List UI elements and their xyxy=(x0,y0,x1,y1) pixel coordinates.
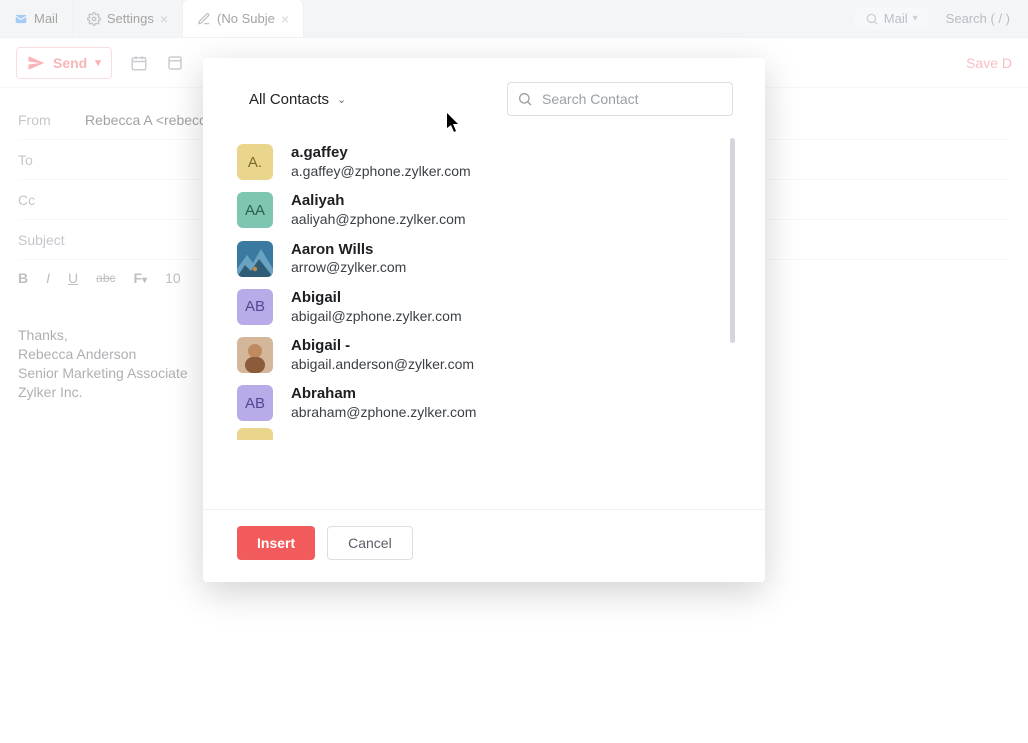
global-search[interactable]: Search ( / ) xyxy=(946,11,1010,26)
subject-label: Subject xyxy=(18,232,65,248)
send-label: Send xyxy=(53,55,87,71)
save-draft-button[interactable]: Save D xyxy=(966,55,1012,71)
contact-list[interactable]: A. a.gaffeya.gaffey@zphone.zylker.com AA Aa… xyxy=(203,138,765,509)
font-size-button[interactable]: 10 xyxy=(165,270,181,286)
contact-email: arrow@zylker.com xyxy=(291,259,406,277)
template-icon[interactable] xyxy=(166,54,184,72)
contact-email: aaliyah@zphone.zylker.com xyxy=(291,211,466,229)
contact-row[interactable]: AA Aaliyahaaliyah@zphone.zylker.com xyxy=(203,186,755,234)
cancel-button[interactable]: Cancel xyxy=(327,526,413,560)
close-icon[interactable]: × xyxy=(160,11,168,27)
cursor-icon xyxy=(447,113,461,133)
avatar-initials: AB xyxy=(237,289,273,325)
underline-button[interactable]: U xyxy=(68,270,78,286)
cc-label: Cc xyxy=(18,192,73,208)
chevron-down-icon: ▾ xyxy=(913,13,918,24)
contact-name: Abigail xyxy=(291,289,462,308)
avatar-initials: AA xyxy=(237,192,273,228)
close-icon[interactable]: × xyxy=(281,11,289,27)
window-tabbar: Mail Settings × (No Subje × Mail ▾ Searc… xyxy=(0,0,1028,38)
contact-email: abraham@zphone.zylker.com xyxy=(291,404,476,422)
search-icon xyxy=(517,91,533,107)
chevron-down-icon[interactable]: ▾ xyxy=(95,56,101,69)
mail-dropdown-label: Mail xyxy=(884,11,908,26)
italic-button[interactable]: I xyxy=(46,270,50,286)
search-icon xyxy=(865,12,879,26)
mail-icon xyxy=(14,12,28,26)
tab-label: Mail xyxy=(34,11,58,26)
scrollbar[interactable] xyxy=(730,138,735,343)
contact-row[interactable]: AB Abrahamabraham@zphone.zylker.com xyxy=(203,379,755,427)
contact-name: Abraham xyxy=(291,385,476,404)
search-label: Search xyxy=(946,11,987,26)
search-shortcut: ( / ) xyxy=(991,11,1011,26)
avatar-initials: AB xyxy=(237,385,273,421)
contact-picker-dialog: All Contacts ⌄ A. a.gaffeya.gaffey@zphone… xyxy=(203,58,765,582)
contact-row[interactable]: A. a.gaffeya.gaffey@zphone.zylker.com xyxy=(203,138,755,186)
mail-dropdown[interactable]: Mail ▾ xyxy=(855,8,928,29)
contact-row[interactable]: AB Abigailabigail@zphone.zylker.com xyxy=(203,283,755,331)
edit-icon xyxy=(197,12,211,26)
gear-icon xyxy=(87,12,101,26)
contact-search-input[interactable] xyxy=(507,82,733,116)
bold-button[interactable]: B xyxy=(18,270,28,286)
contacts-filter-label: All Contacts xyxy=(249,91,329,108)
avatar-photo xyxy=(237,337,273,373)
from-label: From xyxy=(18,112,73,128)
avatar-photo xyxy=(237,241,273,277)
contact-row[interactable] xyxy=(203,428,755,440)
calendar-icon[interactable] xyxy=(130,54,148,72)
insert-button[interactable]: Insert xyxy=(237,526,315,560)
font-button[interactable]: F▾ xyxy=(134,270,148,286)
tab-label: (No Subje xyxy=(217,11,275,26)
to-label: To xyxy=(18,152,73,168)
contact-email: abigail.anderson@zylker.com xyxy=(291,356,474,374)
contact-search-wrap xyxy=(507,82,733,116)
avatar-initials: A. xyxy=(237,144,273,180)
contact-row[interactable]: Aaron Willsarrow@zylker.com xyxy=(203,235,755,283)
tab-label: Settings xyxy=(107,11,154,26)
contact-name: Aaron Wills xyxy=(291,241,406,260)
strikethrough-button[interactable]: abc xyxy=(96,271,115,285)
tab-mail[interactable]: Mail xyxy=(0,0,73,37)
contact-email: abigail@zphone.zylker.com xyxy=(291,308,462,326)
contact-name: Aaliyah xyxy=(291,192,466,211)
send-button[interactable]: Send ▾ xyxy=(16,47,112,79)
contact-name: Abigail - xyxy=(291,337,474,356)
tab-settings[interactable]: Settings × xyxy=(73,0,183,37)
tab-compose[interactable]: (No Subje × xyxy=(183,0,304,37)
contact-name: a.gaffey xyxy=(291,144,471,163)
contact-email: a.gaffey@zphone.zylker.com xyxy=(291,163,471,181)
chevron-down-icon: ⌄ xyxy=(337,93,346,106)
contacts-filter-dropdown[interactable]: All Contacts ⌄ xyxy=(249,91,346,108)
contact-row[interactable]: Abigail -abigail.anderson@zylker.com xyxy=(203,331,755,379)
avatar-initials xyxy=(237,428,273,440)
paper-plane-icon xyxy=(27,54,45,72)
